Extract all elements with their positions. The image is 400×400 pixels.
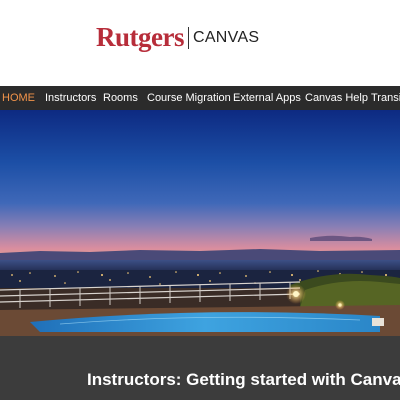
nav-item-external-apps[interactable]: External Apps	[233, 86, 301, 110]
nav-item-instructors[interactable]: Instructors	[45, 86, 96, 110]
site-header: Rutgers CANVAS	[0, 0, 400, 86]
nav-item-home[interactable]: HOME	[2, 86, 35, 110]
logo-subtitle: CANVAS	[192, 28, 260, 46]
logo-divider	[187, 26, 189, 49]
nav-item-canvas-help[interactable]: Canvas Help	[305, 86, 368, 110]
nav-item-course-migration[interactable]: Course Migration	[147, 86, 231, 110]
nav-item-rooms[interactable]: Rooms	[103, 86, 138, 110]
logo-wordmark: Rutgers	[96, 22, 184, 52]
banner-title: Instructors: Getting started with Canva	[87, 370, 400, 389]
rutgers-canvas-logo[interactable]: Rutgers CANVAS	[96, 24, 259, 51]
nav-item-transitions[interactable]: Transiti	[371, 86, 400, 110]
hero-image	[0, 110, 400, 336]
dusk-pool-photo	[0, 110, 400, 336]
page-banner: Instructors: Getting started with Canva	[0, 336, 400, 400]
main-nav: HOME Instructors Rooms Course Migration …	[0, 86, 400, 110]
